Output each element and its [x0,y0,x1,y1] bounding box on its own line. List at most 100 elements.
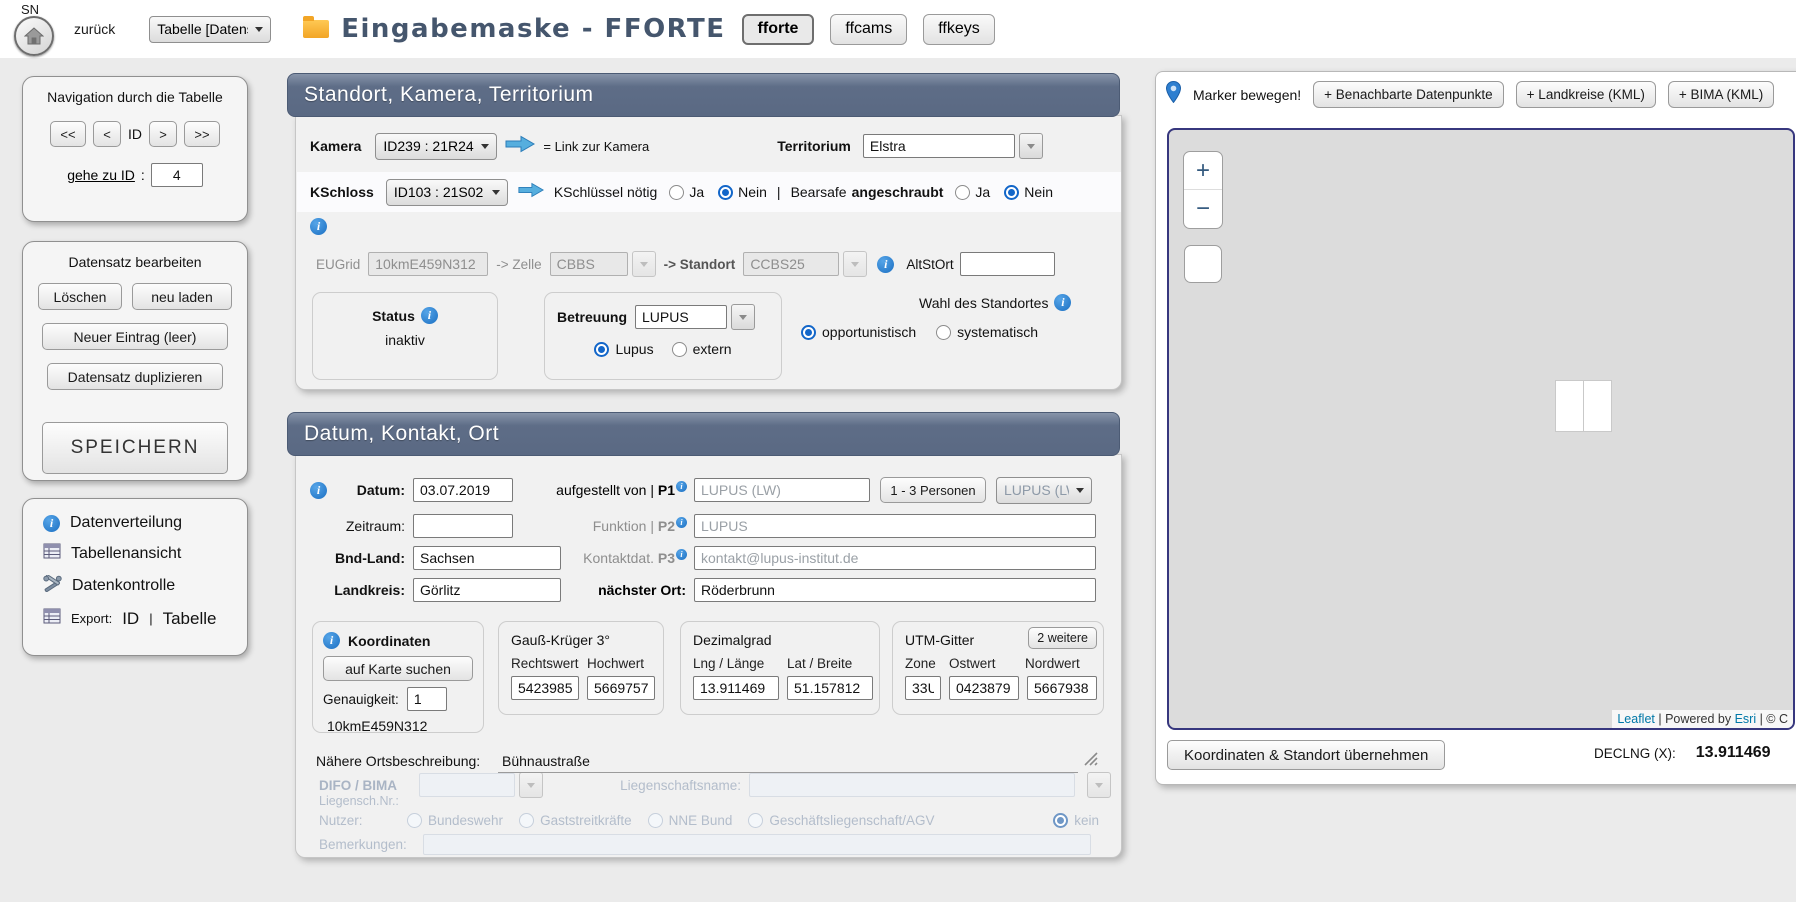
app-button-ffcams[interactable]: ffcams [830,14,907,45]
zoom-out-button[interactable]: − [1184,190,1222,228]
delete-button[interactable]: Löschen [38,283,122,310]
record-panel: Datensatz bearbeiten Löschen neu laden N… [22,241,248,481]
betreuung-lupus-radio[interactable] [594,342,609,357]
personen-button[interactable]: 1 - 3 Personen [880,477,986,503]
p2-input[interactable] [694,514,1096,538]
genauigkeit-input[interactable] [407,687,447,711]
ortsbeschreibung-input[interactable] [498,750,1078,773]
app-button-fforte[interactable]: fforte [742,14,815,45]
new-entry-button[interactable]: Neuer Eintrag (leer) [42,323,228,350]
datenkontrolle-link[interactable]: Datenkontrolle [43,575,247,597]
territorium-label: Territorium [777,138,851,154]
territorium-dropdown-button[interactable] [1019,133,1043,159]
info-icon[interactable]: i [676,517,687,528]
lat-input[interactable] [787,676,873,700]
dezimalgrad-box: Dezimalgrad Lng / Länge Lat / Breite [680,621,880,715]
kamera-select[interactable]: ID239 : 21R24 [375,133,497,160]
bearsafe-nein-radio[interactable] [1004,185,1019,200]
nutzer-kein-radio[interactable] [1053,813,1068,828]
table-select[interactable]: Tabelle [Datens [149,16,271,43]
status-value: inaktiv [313,332,497,348]
p2-label-pre: Funktion | [593,518,654,534]
datum-input[interactable] [413,478,513,502]
info-icon[interactable]: i [310,218,327,235]
home-button[interactable]: SN [8,1,62,57]
info-icon[interactable]: i [421,307,438,324]
bima-kml-button[interactable]: + BIMA (KML) [1668,81,1774,108]
zelle-input [550,252,628,276]
last-record-button[interactable]: >> [184,121,220,147]
save-button[interactable]: SPEICHERN [42,422,228,474]
datenverteilung-link[interactable]: i Datenverteilung [43,514,247,532]
wahl-opportunistisch-radio[interactable] [801,325,816,340]
utm-nord-label: Nordwert [1025,656,1080,671]
kschluessel-ja-radio[interactable] [669,185,684,200]
info-icon[interactable]: i [323,632,340,649]
info-icon[interactable]: i [676,549,687,560]
kschloss-label: KSchloss [310,184,374,200]
nutzer-gaststreitkraefte-radio [519,813,534,828]
auf-karte-suchen-button[interactable]: auf Karte suchen [323,656,473,681]
back-link[interactable]: zurück [74,21,115,37]
lng-input[interactable] [693,676,779,700]
prev-record-button[interactable]: < [93,121,121,147]
leaflet-link[interactable]: Leaflet [1617,712,1655,726]
altstort-input[interactable] [960,252,1055,276]
info-icon[interactable]: i [877,256,894,273]
benachbarte-datenpunkte-button[interactable]: + Benachbarte Datenpunkte [1313,81,1504,108]
eugrid-row: EUGrid -> Zelle -> Standort i AltStOrt [316,251,1055,277]
resize-grip-icon[interactable] [1084,752,1098,771]
personen-select[interactable]: LUPUS (LW [996,477,1092,504]
utm-nord-input[interactable] [1027,676,1097,700]
map-canvas[interactable]: + − Leaflet | Powered by Esri | © C [1167,128,1795,730]
territorium-input[interactable] [863,134,1015,158]
goto-id-link[interactable]: gehe zu ID [67,167,135,183]
next-record-button[interactable]: > [149,121,177,147]
landkreise-kml-button[interactable]: + Landkreise (KML) [1516,81,1656,108]
info-icon[interactable]: i [676,481,687,492]
attribution-sep1: | Powered by [1655,712,1735,726]
page-title: Eingabemaske - FFORTE [341,14,725,44]
link-arrow-icon[interactable] [505,135,535,158]
duplicate-button[interactable]: Datensatz duplizieren [47,363,223,390]
betreuung-dropdown-button[interactable] [731,304,755,330]
info-icon[interactable]: i [310,482,327,499]
utm-zone-input[interactable] [905,676,941,700]
naechster-ort-input[interactable] [694,578,1096,602]
goto-id-colon: : [141,167,145,183]
map-layers-button[interactable] [1184,245,1222,283]
zoom-in-button[interactable]: + [1184,152,1222,190]
export-id-link[interactable]: ID [122,609,139,629]
bearsafe-ja-radio[interactable] [955,185,970,200]
betreuung-input[interactable] [635,305,727,329]
bearsafe-ja-label: Ja [975,184,990,200]
export-table-link[interactable]: Tabelle [163,609,217,629]
goto-id-input[interactable] [151,163,203,187]
p3-input[interactable] [694,546,1096,570]
koordinaten-uebernehmen-button[interactable]: Koordinaten & Standort übernehmen [1167,740,1445,770]
wahl-systematisch-radio[interactable] [936,325,951,340]
kschloss-select[interactable]: ID103 : 21S02 [386,179,508,206]
map-loading-tiles [1555,380,1612,432]
link-arrow-icon[interactable] [518,182,544,203]
tabellenansicht-link[interactable]: Tabellenansicht [43,543,247,564]
table-icon [43,608,61,629]
betreuung-extern-radio[interactable] [672,342,687,357]
kschluessel-nein-radio[interactable] [718,185,733,200]
utm-more-button[interactable]: 2 weitere [1028,627,1097,649]
hochwert-input[interactable] [587,676,655,700]
app-button-ffkeys[interactable]: ffkeys [923,14,995,45]
map-tile [1555,380,1584,432]
liegensch-nr-label: Liegensch.Nr.: [319,794,399,808]
first-record-button[interactable]: << [50,121,86,147]
utm-ost-input[interactable] [949,676,1019,700]
esri-link[interactable]: Esri [1735,712,1757,726]
reload-button[interactable]: neu laden [132,283,232,310]
zeitraum-input[interactable] [413,514,513,538]
export-separator: | [149,611,152,626]
info-icon[interactable]: i [1054,294,1071,311]
declng-value: 13.911469 [1686,742,1781,764]
p1-input[interactable] [694,478,870,502]
chevron-down-icon [1095,783,1103,788]
rechtswert-input[interactable] [511,676,579,700]
